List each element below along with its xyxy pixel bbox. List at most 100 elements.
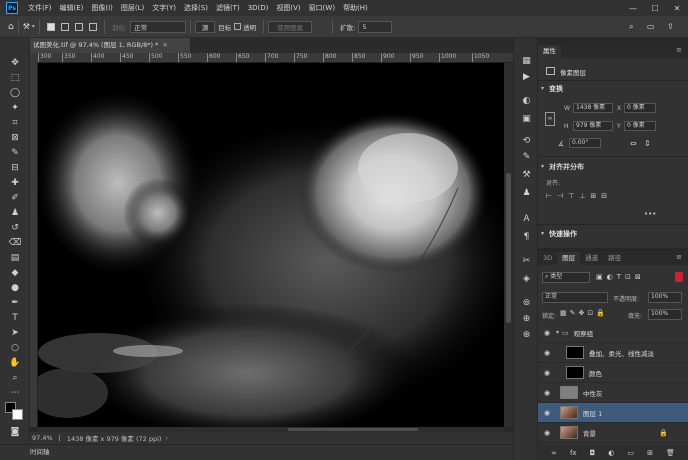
shape-tool-icon[interactable]: ○	[7, 341, 23, 354]
eye-icon[interactable]: ◉	[542, 429, 552, 437]
collapse-icon[interactable]: ▾	[541, 85, 544, 92]
healing-brush-tool-icon[interactable]: ✚	[7, 176, 23, 189]
more-options-icon[interactable]: •••	[644, 210, 656, 218]
layer-row[interactable]: ◉ 图层 1	[538, 403, 688, 423]
eye-icon[interactable]: ◉	[542, 389, 552, 397]
target-label[interactable]: 目标	[218, 22, 231, 32]
brush-tool-icon[interactable]: ✐	[7, 191, 23, 204]
dodge-tool-icon[interactable]: ●	[7, 281, 23, 294]
clone-stamp-tool-icon[interactable]: ♟	[7, 206, 23, 219]
menu-image[interactable]: 图像(I)	[87, 0, 117, 16]
zoom-level[interactable]: 97.4%	[32, 434, 53, 442]
tab-paths[interactable]: 路径	[603, 252, 626, 265]
vertical-ruler[interactable]	[30, 63, 38, 427]
adjustments-icon[interactable]: ◐	[520, 94, 533, 107]
blur-tool-icon[interactable]: ◆	[7, 266, 23, 279]
path-selection-tool-icon[interactable]: ➤	[7, 326, 23, 339]
more-tools-icon[interactable]: ⋯	[7, 386, 23, 399]
styles-icon[interactable]: ◈	[520, 272, 533, 285]
eyedropper-tool-icon[interactable]: ✎	[7, 146, 23, 159]
y-field[interactable]: 0 像素	[624, 121, 656, 131]
menu-3d[interactable]: 3D(D)	[244, 0, 273, 16]
menu-help[interactable]: 帮助(H)	[339, 0, 372, 16]
menu-view[interactable]: 视图(V)	[272, 0, 304, 16]
new-group-icon[interactable]: ▭	[627, 449, 634, 457]
history-icon[interactable]: ▦	[520, 54, 533, 67]
lock-icons[interactable]: ▦✎✥⊡🔒	[560, 309, 608, 317]
home-icon[interactable]: ⌂	[8, 22, 14, 32]
blend-mode-select[interactable]: 正常	[130, 20, 187, 33]
layer-row[interactable]: ◉ 叠加、柔光、线性减淡	[538, 343, 688, 363]
width-field[interactable]: 1438 像素	[573, 103, 613, 113]
search-icon[interactable]: ⌕	[629, 22, 633, 32]
ruler-tool-icon[interactable]: ⊟	[7, 161, 23, 174]
lasso-tool-icon[interactable]: ◯	[7, 86, 23, 99]
crop-tool-icon[interactable]: ⌗	[7, 116, 23, 129]
layer-row[interactable]: ◉ ▾ ▭ 观察组	[538, 323, 688, 343]
background-color-swatch[interactable]	[12, 409, 23, 420]
color-icon[interactable]: ⟲	[520, 134, 533, 147]
tab-3d[interactable]: 3D	[538, 252, 557, 265]
magic-wand-tool-icon[interactable]: ✦	[7, 101, 23, 114]
libraries-icon[interactable]: ▣	[520, 112, 533, 125]
share-icon[interactable]: ⇪	[667, 22, 674, 31]
character-icon[interactable]: A	[520, 212, 533, 225]
vertical-scroll-thumb[interactable]	[506, 173, 511, 323]
brushes-icon[interactable]: ✎	[520, 150, 533, 163]
close-button[interactable]: ✕	[666, 0, 688, 16]
layer-row[interactable]: ◉ 中性灰	[538, 383, 688, 403]
menu-select[interactable]: 选择(S)	[180, 0, 212, 16]
eye-icon[interactable]: ◉	[542, 329, 552, 337]
minimize-button[interactable]: —	[622, 0, 644, 16]
spread-select[interactable]: 5	[358, 20, 393, 33]
layer-row[interactable]: ◉ 背景 🔒	[538, 423, 688, 443]
eraser-tool-icon[interactable]: ⌫	[7, 236, 23, 249]
link-layers-icon[interactable]: ∞	[551, 449, 557, 457]
add-selection-icon[interactable]	[60, 22, 69, 31]
history-brush-tool-icon[interactable]: ↺	[7, 221, 23, 234]
move-tool-icon[interactable]: ✥	[7, 56, 23, 69]
tool-presets-icon[interactable]: ⚒	[520, 168, 533, 181]
tab-channels[interactable]: 通道	[580, 252, 603, 265]
delete-layer-icon[interactable]: 🗑	[666, 449, 675, 457]
eye-icon[interactable]: ◉	[542, 409, 552, 417]
chevron-down-icon[interactable]: ▾	[32, 23, 35, 30]
layer-style-icon[interactable]: fx	[570, 449, 577, 457]
add-mask-icon[interactable]: ◘	[590, 449, 596, 457]
actions-icon[interactable]: ▶	[520, 70, 533, 83]
clone-source-icon[interactable]: ♟	[520, 186, 533, 199]
link-icon[interactable]: ∞	[545, 112, 555, 126]
frame-tool-icon[interactable]: ⊠	[7, 131, 23, 144]
angle-field[interactable]: 0.00°	[569, 138, 601, 148]
panel-menu-icon[interactable]: ≡	[676, 46, 682, 54]
transparent-checkbox[interactable]	[234, 23, 242, 30]
horizontal-scroll-thumb[interactable]	[288, 428, 418, 431]
tools-icon[interactable]: ✂	[520, 254, 533, 267]
quick-mask-icon[interactable]: ◙	[7, 425, 23, 438]
marquee-tool-icon[interactable]: ⬚	[7, 71, 23, 84]
layer-comps-icon[interactable]: ⊕	[520, 312, 533, 325]
document-tab[interactable]: 试图美化.tif @ 97.4% (图层 1, RGB/8*) * ✕	[30, 38, 190, 53]
new-layer-icon[interactable]: ⊞	[647, 449, 653, 457]
document-canvas[interactable]	[38, 63, 504, 427]
hand-tool-icon[interactable]: ✋	[7, 356, 23, 369]
height-field[interactable]: 979 像素	[573, 121, 613, 131]
menu-filter[interactable]: 滤镜(T)	[212, 0, 244, 16]
use-pattern-button[interactable]: 使用图案	[268, 20, 313, 33]
layer-filter-select[interactable]: ⌕ 类型	[542, 272, 590, 283]
menu-type[interactable]: 文字(Y)	[148, 0, 180, 16]
layer-filter-icons[interactable]: ▣◐T⊡⊠	[596, 273, 645, 281]
zoom-tool-icon[interactable]: ⌕	[7, 371, 23, 384]
flip-horizontal-icon[interactable]: ⇔	[630, 139, 637, 148]
tab-layers[interactable]: 图层	[557, 252, 581, 265]
workspace-icon[interactable]: ▭	[647, 22, 655, 31]
eye-icon[interactable]: ◉	[542, 369, 552, 377]
fill-field[interactable]: 100%	[648, 309, 682, 320]
type-tool-icon[interactable]: T	[7, 311, 23, 324]
new-selection-icon[interactable]	[46, 22, 55, 31]
chevron-right-icon[interactable]: ›	[165, 434, 168, 442]
collapse-icon[interactable]: ▾	[541, 163, 544, 170]
menu-file[interactable]: 文件(F)	[24, 0, 56, 16]
layer-blend-mode-select[interactable]: 正常	[542, 292, 608, 303]
tab-properties[interactable]: 属性	[538, 45, 561, 58]
